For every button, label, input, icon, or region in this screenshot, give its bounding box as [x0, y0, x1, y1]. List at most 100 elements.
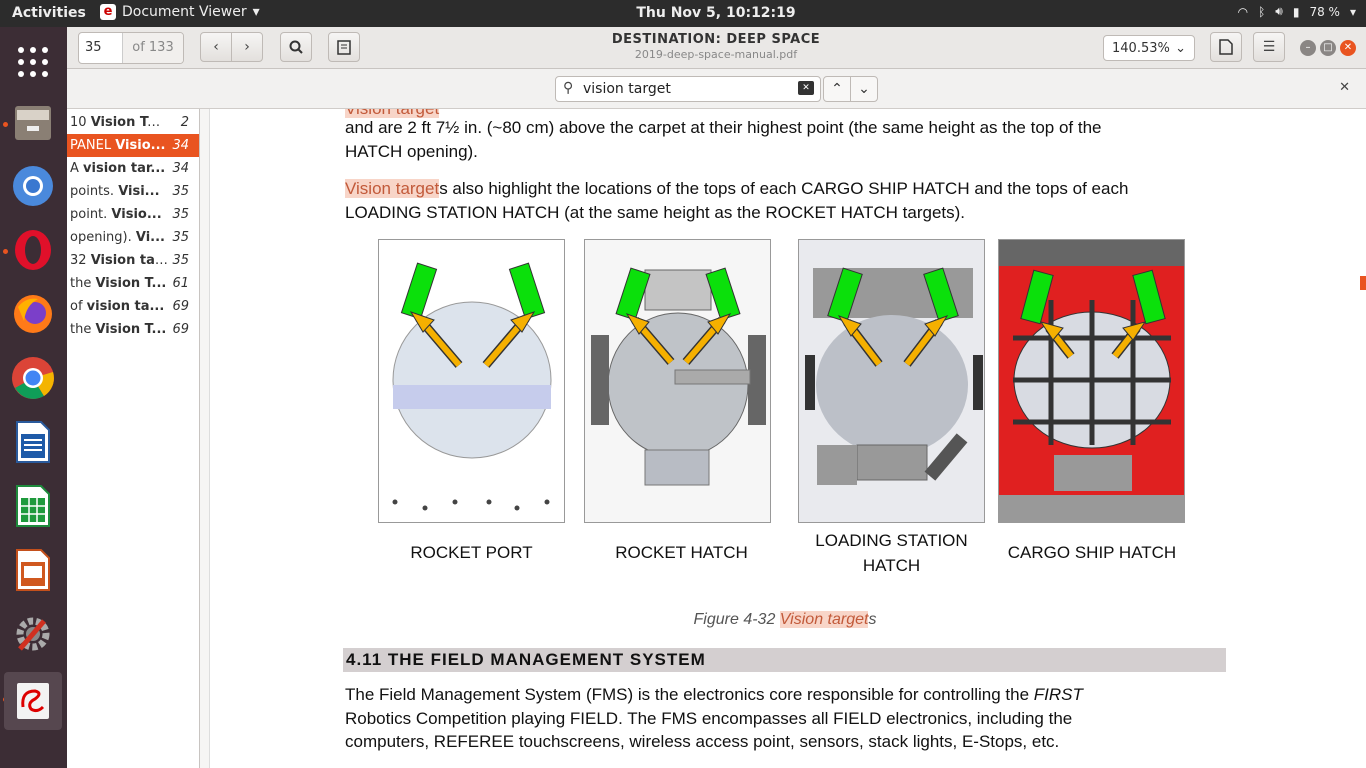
search-result-title: the Vision T... [70, 322, 168, 341]
menu-button[interactable]: ☰ [1253, 32, 1285, 62]
next-page-button[interactable]: › [231, 32, 263, 62]
search-highlight[interactable]: Vision target [345, 179, 440, 198]
search-result-title: opening). Vi... [70, 230, 168, 249]
search-result-page: 35 [172, 184, 189, 199]
search-result-item[interactable]: opening). Vi... 35 [67, 226, 199, 249]
search-result-context: the [70, 276, 96, 291]
libreoffice-impress-icon[interactable] [10, 547, 56, 593]
bluetooth-icon: ᛒ [1258, 4, 1266, 19]
paragraph-2-line-2: LOADING STATION HATCH (at the same heigh… [345, 202, 966, 222]
top-bar: Activities e Document Viewer ▾ Thu Nov 5, … [0, 0, 1366, 27]
search-result-title: of vision ta... [70, 299, 168, 318]
find-bar: ⚲ vision target ✕ ⌃ ⌄ ✕ [67, 69, 1366, 109]
wifi-icon: ◠ [1237, 4, 1249, 19]
search-result-context: PANEL [70, 138, 116, 153]
search-button[interactable] [280, 32, 312, 62]
search-result-match: vision tar... [83, 161, 166, 176]
opera-icon[interactable] [10, 227, 56, 273]
search-result-item[interactable]: point. Visio... 35 [67, 203, 199, 226]
chromium-icon[interactable] [10, 163, 56, 209]
search-query: vision target [583, 81, 671, 97]
search-result-page: 69 [172, 322, 189, 337]
search-result-title: 10 Vision Ta... [70, 115, 168, 134]
battery-percent: 78 % [1309, 4, 1340, 19]
zoom-level: 140.53% [1112, 41, 1170, 56]
search-result-item[interactable]: 32 Vision ta... 35 [67, 249, 199, 272]
search-result-context: opening). [70, 230, 136, 245]
zoom-selector[interactable]: 140.53% ⌄ [1103, 35, 1195, 61]
paragraph-3-line-1: The Field Management System (FMS) is the… [345, 685, 1034, 704]
search-result-page: 34 [172, 138, 189, 153]
power-icon: ▾ [1349, 4, 1356, 19]
files-icon[interactable] [10, 99, 56, 145]
annotations-button[interactable] [328, 32, 360, 62]
search-result-context: points. [70, 184, 119, 199]
document-icon [1219, 39, 1233, 55]
search-result-item[interactable]: PANEL Visio... 34 [67, 134, 199, 157]
close-window-button[interactable]: ✕ [1340, 40, 1356, 56]
show-apps-icon[interactable] [10, 39, 56, 85]
clear-search-button[interactable]: ✕ [798, 81, 814, 95]
document-filename: 2019-deep-space-manual.pdf [634, 48, 798, 61]
page-number-input[interactable]: 35 [79, 33, 123, 63]
close-find-button[interactable]: ✕ [1339, 80, 1350, 95]
maximize-button[interactable]: □ [1320, 40, 1336, 56]
system-settings-icon[interactable] [10, 611, 56, 657]
caption-loading-station-hatch: LOADING STATION HATCH [795, 528, 988, 578]
paragraph-2-text: s also highlight the locations of the to… [439, 179, 1129, 198]
search-input[interactable]: ⚲ vision target ✕ [555, 76, 821, 102]
scroll-position-indicator[interactable] [1360, 276, 1366, 290]
activities-button[interactable]: Activities [12, 5, 86, 21]
chevron-left-icon: ‹ [213, 39, 219, 55]
volume-icon: 🔊︎ [1275, 4, 1283, 18]
search-result-page: 35 [172, 207, 189, 222]
libreoffice-writer-icon[interactable] [10, 419, 56, 465]
chevron-down-icon: ⌄ [1175, 41, 1186, 56]
document-viewer-icon: e [100, 4, 116, 20]
search-result-item[interactable]: A vision tar... 34 [67, 157, 199, 180]
search-icon: ⚲ [563, 80, 574, 96]
search-result-context: of [70, 299, 87, 314]
search-results-sidebar: 10 Vision Ta... 2 PANEL Visio... 34 A vision… [67, 109, 200, 768]
minimize-button[interactable]: – [1300, 40, 1316, 56]
search-result-context: A [70, 161, 84, 176]
app-menu[interactable]: e Document Viewer ▾ [100, 4, 260, 20]
libreoffice-calc-icon[interactable] [10, 483, 56, 529]
chrome-icon[interactable] [10, 355, 56, 401]
search-result-match: Visio... [111, 207, 162, 222]
find-previous-button[interactable]: ⌃ [823, 76, 851, 102]
chevron-right-icon: › [244, 39, 250, 55]
search-highlight[interactable]: Vision target [779, 611, 869, 628]
search-result-title: points. Visi... [70, 184, 168, 203]
search-result-title: PANEL Visio... [70, 138, 168, 157]
hamburger-icon: ☰ [1262, 39, 1276, 55]
search-result-context: 32 [70, 253, 91, 268]
page-selector[interactable]: 35 of 133 [78, 32, 184, 64]
paragraph-1-line-2: HATCH opening). [345, 141, 478, 161]
paragraph-3-italic: FIRST [1033, 685, 1083, 704]
figure-cargo-ship-hatch [998, 239, 1185, 523]
search-result-item[interactable]: 10 Vision Ta... 2 [67, 111, 199, 134]
document-properties-button[interactable] [1210, 32, 1242, 62]
search-result-item[interactable]: the Vision T... 69 [67, 318, 199, 341]
search-result-item[interactable]: points. Visi... 35 [67, 180, 199, 203]
caption-cargo-ship-hatch: CARGO SHIP HATCH [1007, 543, 1177, 562]
system-tray[interactable]: ◠ ᛒ 🔊︎ ▮ 78 % ▾ [1238, 4, 1356, 19]
section-heading: 4.11 THE FIELD MANAGEMENT SYSTEM [343, 648, 1226, 672]
sidebar-gutter [200, 109, 210, 768]
battery-icon: ▮ [1292, 4, 1300, 19]
previous-page-button[interactable]: ‹ [200, 32, 232, 62]
paragraph-1-line-1: and are 2 ft 7½ in. (~80 cm) above the c… [345, 118, 1102, 137]
document-viewer-dock-icon[interactable] [4, 672, 62, 730]
search-result-item[interactable]: the Vision T... 61 [67, 272, 199, 295]
find-next-button[interactable]: ⌄ [850, 76, 878, 102]
search-result-match: Visio... [115, 138, 166, 153]
caption-loading-station-line-2: HATCH [862, 556, 921, 575]
figure-rocket-hatch [584, 239, 771, 523]
paragraph-2: Vision targets also highlight the locati… [345, 177, 1225, 224]
window-title: DESTINATION: DEEP SPACE 2019-deep-space-… [517, 32, 915, 61]
search-result-item[interactable]: of vision ta... 69 [67, 295, 199, 318]
firefox-icon[interactable] [10, 291, 56, 337]
search-result-page: 61 [172, 276, 189, 291]
caption-rocket-port: ROCKET PORT [410, 543, 533, 562]
